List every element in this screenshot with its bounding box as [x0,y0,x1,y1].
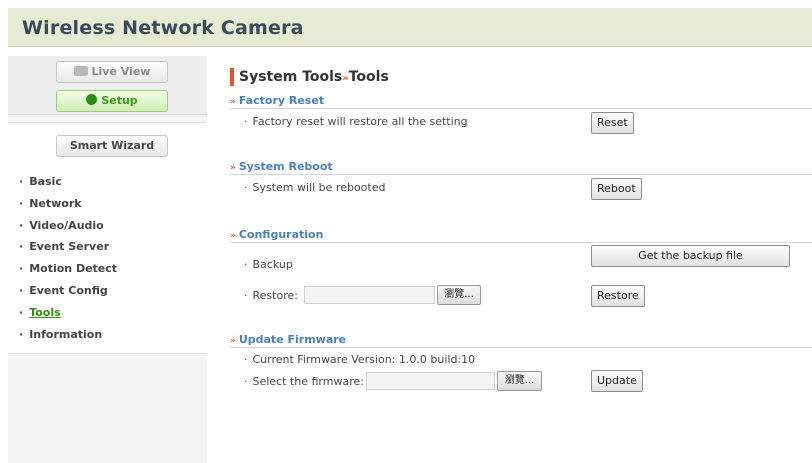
firmware-version-value: 1.0.0 build:10 [398,353,476,366]
bullet: · [19,218,24,232]
restore-button[interactable]: Restore [591,285,645,307]
title-accent-bar [230,68,234,86]
live-view-label: Live View [91,65,151,78]
restore-browse-button[interactable]: 瀏覽... [437,285,481,305]
firmware-browse-button[interactable]: 瀏覽... [497,371,542,391]
bullet: · [244,289,248,302]
restore-row: · Restore: [244,289,298,302]
header-bar: Wireless Network Camera [8,8,812,47]
backup-label: Backup [252,258,293,271]
select-firmware-label: Select the firmware: [252,375,364,388]
section-heading: System Reboot [238,160,333,173]
restore-file-input[interactable] [304,286,435,304]
bullet: · [19,262,24,276]
section-factory-reset: » Factory Reset [230,94,812,109]
sidebar-item-label: Information [29,327,103,341]
sidebar-item-event-server[interactable]: · Event Server [19,236,117,258]
firmware-version-row: · Current Firmware Version: 1.0.0 build:1… [244,353,475,366]
sidebar-item-information[interactable]: · Information [19,324,117,346]
section-update-firmware: » Update Firmware [230,333,812,348]
bullet: · [244,353,248,366]
setup-icon [86,94,98,105]
bullet: · [244,181,248,194]
section-heading: Configuration [238,228,324,241]
sidebar-item-network[interactable]: · Network [19,193,117,215]
bullet: · [244,258,248,271]
reset-button[interactable]: Reset [591,112,634,134]
sidebar-item-label: Tools [29,305,61,319]
bullet: · [19,196,24,210]
section-arrow-icon: » [230,97,236,107]
sidebar-item-tools[interactable]: · Tools [19,302,117,324]
sidebar-item-label: Event Server [29,240,110,254]
backup-row: · Backup [244,258,293,271]
page-title-page: Tools [348,69,389,85]
bullet: · [19,240,24,254]
sidebar-item-basic[interactable]: · Basic [19,171,117,193]
bullet: · [244,115,248,128]
section-arrow-icon: » [230,231,236,241]
reboot-button[interactable]: Reboot [591,178,642,200]
sidebar-item-label: Network [29,196,82,210]
section-arrow-icon: » [230,336,236,346]
get-backup-file-button[interactable]: Get the backup file [591,245,790,267]
section-configuration: » Configuration [230,228,812,243]
sidebar-item-video-audio[interactable]: · Video/Audio [19,215,117,237]
page-title-section: System Tools [239,69,343,85]
section-heading: Factory Reset [238,94,325,107]
settings-menu-panel: Smart Wizard · Basic · Network · Video/Audi… [8,122,207,354]
settings-menu: · Basic · Network · Video/Audio · Event Serv… [19,171,117,345]
firmware-version-label: Current Firmware Version: [252,353,396,366]
bullet: · [19,283,24,297]
bullet: · [19,327,24,341]
update-button[interactable]: Update [591,370,643,392]
camera-icon [73,66,88,76]
restore-label: Restore: [252,289,298,302]
app-title: Wireless Network Camera [22,17,304,39]
factory-reset-text: Factory reset will restore all the setti… [252,115,468,128]
sidebar-item-label: Basic [29,175,62,188]
sidebar-item-motion-detect[interactable]: · Motion Detect [19,258,117,280]
sidebar-item-label: Event Config [29,283,108,297]
factory-reset-description: · Factory reset will restore all the sett… [244,115,468,128]
select-firmware-row: · Select the firmware: [244,375,364,388]
setup-label: Setup [101,94,138,107]
bullet: · [19,175,24,188]
section-system-reboot: » System Reboot [230,160,812,175]
setup-button[interactable]: Setup [56,90,168,112]
live-view-button[interactable]: Live View [56,61,168,83]
system-reboot-description: · System will be rebooted [244,181,385,194]
sidebar-item-event-config[interactable]: · Event Config [19,280,117,302]
firmware-file-input[interactable] [366,372,495,390]
sidebar: Live View Setup Smart Wizard · Basic · Net… [8,56,207,463]
section-heading: Update Firmware [238,333,347,346]
bullet: · [19,305,24,319]
system-reboot-text: System will be rebooted [252,181,386,194]
section-arrow-icon: » [230,163,236,173]
main-content: System Tools»Tools » Factory Reset · Facto… [220,56,812,463]
mode-switch-panel: Live View Setup [8,56,207,115]
smart-wizard-button[interactable]: Smart Wizard [56,135,168,157]
sidebar-item-label: Video/Audio [29,218,104,232]
bullet: · [244,375,248,388]
sidebar-item-label: Motion Detect [29,262,118,276]
